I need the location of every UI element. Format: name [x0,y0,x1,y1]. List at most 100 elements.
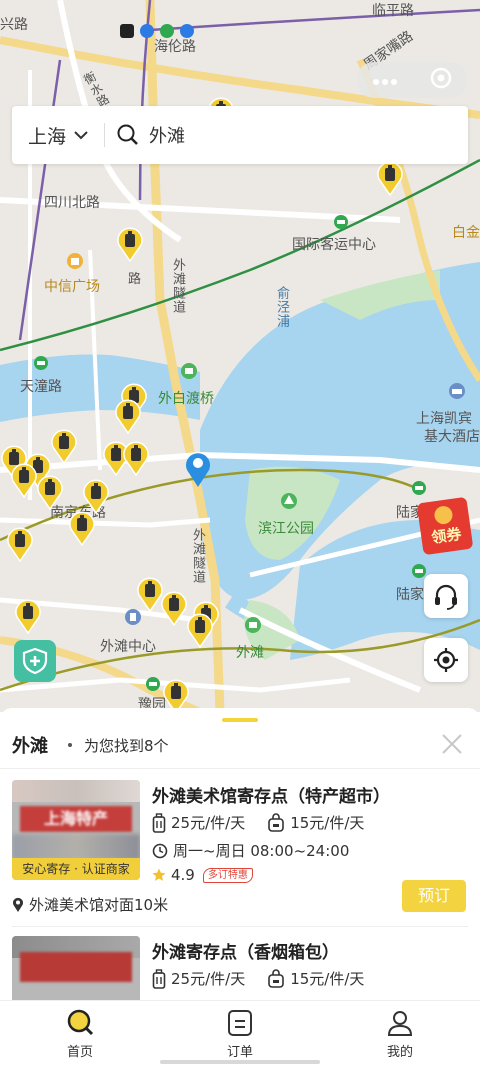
home-indicator [160,1060,320,1064]
close-target-icon[interactable] [430,67,452,93]
map-pin-icon[interactable] [122,440,150,476]
map-label: 上海凯宾 [416,411,472,427]
results-title: 外滩 [12,736,48,757]
certified-badge: 安心寄存 · 认证商家 [12,858,140,880]
map-label: 海伦路 [154,39,196,55]
map-pin-icon[interactable] [162,678,190,712]
bag-icon [268,812,285,832]
coupon-label: 领券 [430,524,463,547]
divider [0,768,480,769]
search-input[interactable]: 外滩 [149,122,185,148]
metro-station-icon [34,356,48,370]
map-pin-icon[interactable] [50,428,78,464]
storage-card[interactable]: 上海特产 安心寄存 · 认证商家 外滩美术馆寄存点（特产超市） 25元/件/天 … [12,780,468,930]
more-icon[interactable] [372,71,398,90]
close-icon[interactable] [440,732,464,756]
location-pin-icon [13,897,23,912]
chevron-down-icon [74,131,88,140]
rating-value: 4.9 [171,866,195,884]
bottom-nav: 首页 订单 我的 [0,1000,480,1066]
shopping-icon [67,253,83,269]
coupon-button[interactable]: 领券 [416,496,474,556]
map-view[interactable]: 兴路 临平路 海伦路 四川北路 周家嘴路 国际客运中心 白金 中信广场 外滩隧道… [0,0,480,712]
results-count: 为您找到8个 [84,736,169,755]
nav-home[interactable]: 首页 [0,1001,160,1066]
camera-icon [181,363,197,379]
user-icon [387,1011,413,1036]
drag-handle[interactable] [222,718,258,722]
map-label: 外滩 [236,645,264,661]
bag-icon [268,968,285,988]
map-label: 临平路 [372,3,414,19]
locate-me-button[interactable] [424,638,468,682]
locate-icon [434,648,458,672]
map-label: 路 [128,272,142,287]
map-pin-icon[interactable] [186,612,214,648]
app-icon [140,24,154,38]
shield-plus-icon [22,647,48,675]
app-icon [120,24,134,38]
mini-program-capsule[interactable] [356,62,468,98]
map-label: 滨江公园 [258,521,314,537]
luggage-icon [152,812,166,833]
map-pin-icon[interactable] [14,598,42,634]
map-pin-icon[interactable] [82,478,110,514]
map-pin-icon[interactable] [10,462,38,498]
search-bar[interactable]: 上海 外滩 [12,106,468,164]
orders-icon [228,1010,252,1036]
metro-station-icon [412,481,426,495]
hotel-icon [449,383,465,399]
map-label: 中信广场 [44,279,100,295]
nav-home-label: 首页 [66,1045,93,1060]
camera-icon [245,617,261,633]
map-label: 国际客运中心 [292,237,376,253]
shop-sign [20,952,132,982]
hours-row: 周一~周日 08:00~24:00 [152,840,349,861]
map-pin-icon[interactable] [68,510,96,546]
book-button[interactable]: 预订 [402,880,466,912]
map-label: 四川北路 [44,195,100,211]
location-marker-icon [186,453,210,487]
bag-price: 15元/件/天 [290,970,365,988]
luggage-icon [152,968,166,989]
shop-sign: 上海特产 [20,806,132,832]
storage-card[interactable]: 外滩寄存点（香烟箱包） 25元/件/天 15元/件/天 [12,936,468,1000]
metro-station-icon [146,677,160,691]
customer-service-button[interactable] [424,574,468,618]
bag-price: 15元/件/天 [290,814,365,832]
map-label: 陆家 [396,587,424,603]
rating-row: 4.9 多订特惠 [152,866,253,884]
star-icon [152,868,166,881]
results-header: 外滩 为您找到8个 [12,732,468,758]
promo-tag: 多订特惠 [202,867,253,883]
search-icon [117,124,138,145]
nav-mine[interactable]: 我的 [320,1001,480,1066]
map-pin-icon[interactable] [36,474,64,510]
insurance-button[interactable] [14,640,56,682]
map-label: 外滩中心 [100,639,156,655]
storage-photo: 上海特产 安心寄存 · 认证商家 [12,780,140,880]
map-pin-icon[interactable] [376,160,404,196]
map-label: 白金 [452,225,480,241]
map-label: 俞泾浦 [274,286,289,328]
storage-photo [12,936,140,1000]
city-selector[interactable]: 上海 [28,122,88,149]
results-sheet: 外滩 为您找到8个 上海特产 安心寄存 · 认证商家 外滩美术馆寄存点（特产超市… [0,708,480,1000]
nav-mine-label: 我的 [386,1045,413,1060]
map-pin-icon[interactable] [116,226,144,262]
price-row: 25元/件/天 15元/件/天 [152,968,364,989]
divider [12,926,468,927]
home-search-icon [67,1009,94,1036]
map-pin-icon[interactable] [160,590,188,626]
map-pin-icon[interactable] [6,526,34,562]
headset-icon [435,584,457,610]
nav-orders[interactable]: 订单 [160,1001,320,1066]
map-label: 兴路 [0,17,28,33]
price-row: 25元/件/天 15元/件/天 [152,812,364,833]
luggage-price: 25元/件/天 [171,814,246,832]
nav-orders-label: 订单 [226,1045,253,1060]
map-pin-icon[interactable] [114,398,142,434]
map-label: 外滩隧道 [190,528,205,584]
metro-station-icon [334,215,348,229]
location-row: 外滩美术馆对面10米 [12,894,168,915]
